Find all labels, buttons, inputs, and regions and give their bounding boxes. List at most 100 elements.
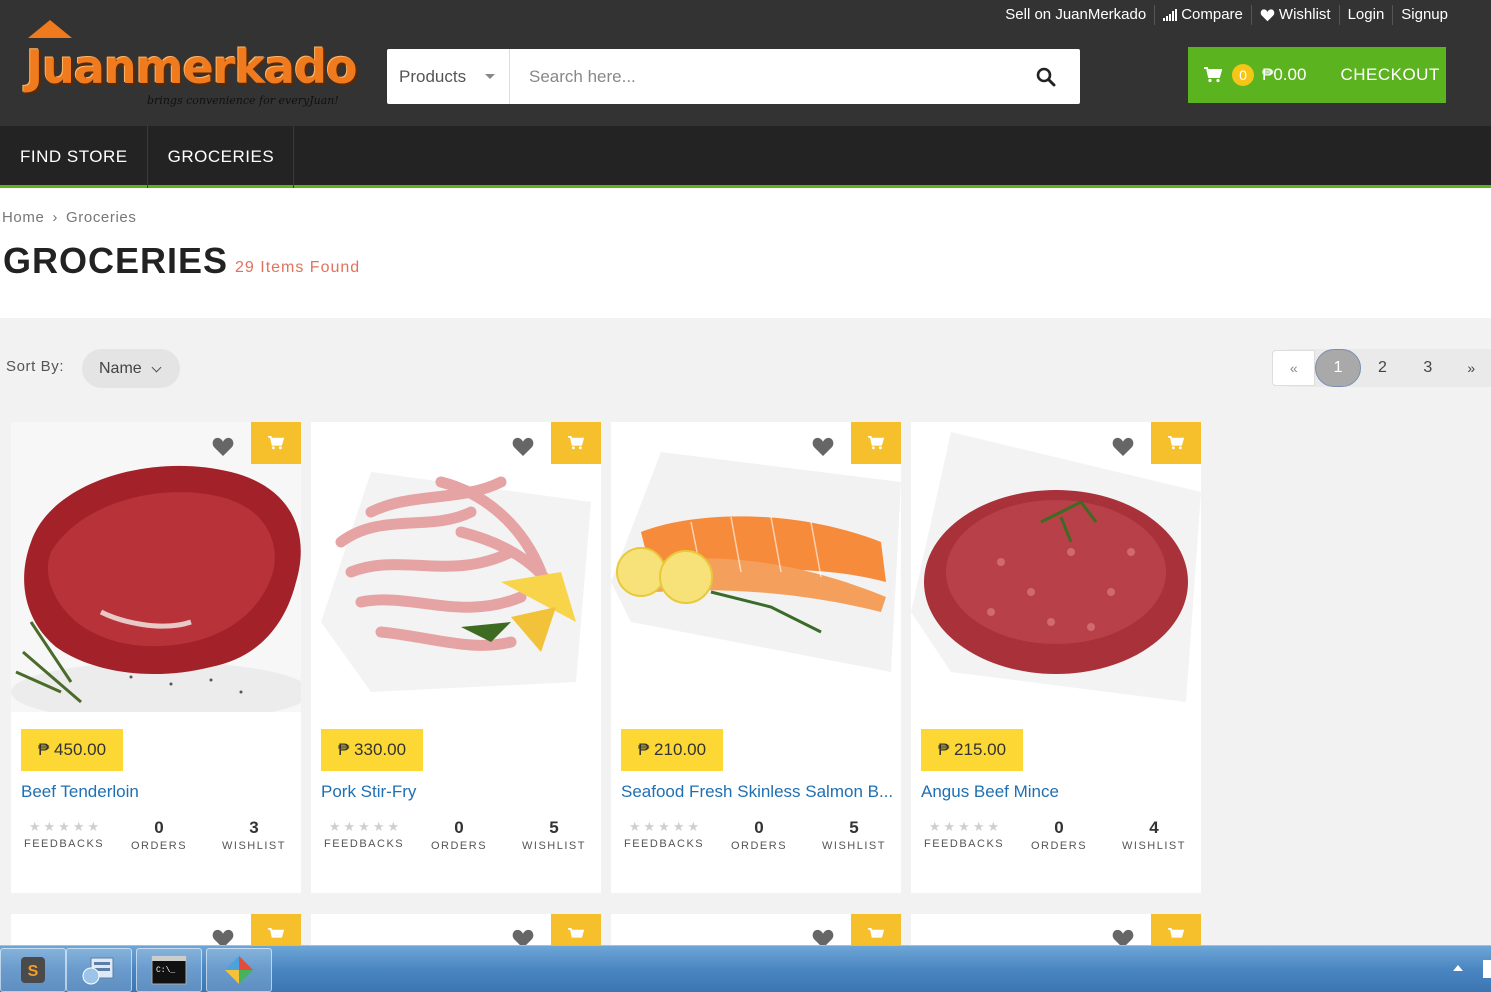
logo[interactable]: Juanmerkado brings convenience for every… <box>22 18 358 114</box>
search-bar: Products <box>387 49 1080 104</box>
cart-icon <box>868 928 884 938</box>
add-to-cart-button[interactable] <box>851 422 901 464</box>
pagination-prev[interactable]: « <box>1272 350 1316 386</box>
product-name[interactable]: Angus Beef Mince <box>921 782 1201 802</box>
breadcrumb-current: Groceries <box>66 209 137 226</box>
signup-link[interactable]: Signup <box>1392 5 1456 25</box>
cart-total: ₱0.00 <box>1262 65 1307 84</box>
app-diamond-icon <box>225 956 253 984</box>
add-to-cart-button[interactable] <box>851 914 901 945</box>
product-image-beef[interactable] <box>11 422 301 712</box>
breadcrumb-home[interactable]: Home <box>2 209 44 226</box>
cart-icon <box>1204 67 1222 83</box>
rating-stars: ★ ★ ★ ★ ★ <box>328 819 400 834</box>
product-price: ₱ 450.00 <box>21 729 124 771</box>
product-card[interactable]: ₱ 330.00 Pork Stir-Fry ★ ★ ★ ★ ★ FEEDBACKS 0… <box>311 422 601 893</box>
wishlist-stat: 5 WISHLIST <box>822 818 886 852</box>
search-category-select[interactable]: Products <box>387 49 510 104</box>
rating-stars: ★ ★ ★ ★ ★ <box>628 819 700 834</box>
server-manager-icon <box>82 957 114 985</box>
taskbar-app-server[interactable] <box>66 948 132 992</box>
wishlist-stat: 4 WISHLIST <box>1122 818 1186 852</box>
breadcrumb: Home › Groceries <box>2 209 136 226</box>
wishlist-heart-icon[interactable] <box>1111 436 1135 457</box>
sort-label: Sort By: <box>6 358 65 375</box>
page-title: GROCERIES <box>3 240 229 281</box>
product-image-salmon[interactable] <box>611 422 901 712</box>
sell-link[interactable]: Sell on JuanMerkado <box>997 5 1154 25</box>
feedbacks-stat: ★ ★ ★ ★ ★ FEEDBACKS <box>24 819 105 850</box>
login-link[interactable]: Login <box>1338 5 1393 25</box>
product-image-pork[interactable] <box>311 422 601 712</box>
cart-icon <box>568 928 584 938</box>
add-to-cart-button[interactable] <box>551 422 601 464</box>
search-icon <box>1036 67 1056 86</box>
product-card[interactable] <box>311 914 601 945</box>
add-to-cart-button[interactable] <box>551 914 601 945</box>
wishlist-heart-icon[interactable] <box>811 928 835 945</box>
product-stats: ★ ★ ★ ★ ★ FEEDBACKS 0 ORDERS 3 WISHLIST <box>11 818 301 858</box>
wishlist-heart-icon[interactable] <box>211 928 235 945</box>
product-listing: Sort By: Name « 1 2 3 » ₱ 450.00 Beef Te… <box>0 318 1491 945</box>
pagination-page-2[interactable]: 2 <box>1361 350 1404 386</box>
product-image-beef-mince[interactable] <box>911 422 1201 712</box>
rating-stars: ★ ★ ★ ★ ★ <box>28 819 100 834</box>
wishlist-link[interactable]: Wishlist <box>1250 5 1339 25</box>
logo-tagline: brings convenience for everyJuan! <box>147 94 339 107</box>
search-input[interactable] <box>510 49 1012 104</box>
orders-stat: 0 ORDERS <box>730 818 788 852</box>
product-card[interactable]: ₱ 450.00 Beef Tenderloin ★ ★ ★ ★ ★ FEEDBACKS… <box>11 422 301 893</box>
product-card[interactable] <box>911 914 1201 945</box>
add-to-cart-button[interactable] <box>1151 422 1201 464</box>
os-taskbar: S C:\_ <box>0 945 1491 992</box>
items-found-count: 29 Items Found <box>235 259 361 276</box>
nav-groceries[interactable]: GROCERIES <box>148 126 295 188</box>
orders-stat: 0 ORDERS <box>1030 818 1088 852</box>
wishlist-heart-icon[interactable] <box>211 436 235 457</box>
caret-down-icon <box>485 74 495 79</box>
taskbar-app-cmd[interactable]: C:\_ <box>136 948 202 992</box>
pagination-page-3[interactable]: 3 <box>1404 350 1451 386</box>
taskbar-app-sublime[interactable]: S <box>0 948 66 992</box>
pagination-page-1[interactable]: 1 <box>1315 349 1361 387</box>
cart-icon <box>1168 436 1184 450</box>
checkout-label: CHECKOUT <box>1340 65 1440 84</box>
show-hidden-icons-icon[interactable] <box>1453 965 1463 971</box>
compare-link[interactable]: Compare <box>1154 5 1251 25</box>
sublime-text-icon: S <box>21 957 45 983</box>
add-to-cart-button[interactable] <box>251 914 301 945</box>
wishlist-stat: 3 WISHLIST <box>222 818 286 852</box>
orders-stat: 0 ORDERS <box>130 818 188 852</box>
chevron-down-icon <box>151 362 162 373</box>
product-card[interactable]: ₱ 215.00 Angus Beef Mince ★ ★ ★ ★ ★ FEEDBACK… <box>911 422 1201 893</box>
pagination-next[interactable]: » <box>1452 350 1491 386</box>
product-card[interactable] <box>11 914 301 945</box>
cart-checkout-button[interactable]: 0 ₱0.00 CHECKOUT <box>1188 47 1446 103</box>
product-card[interactable] <box>611 914 901 945</box>
nav-find-store[interactable]: FIND STORE <box>0 126 148 188</box>
feedbacks-stat: ★ ★ ★ ★ ★ FEEDBACKS <box>624 819 705 850</box>
product-stats: ★ ★ ★ ★ ★ FEEDBACKS 0 ORDERS 5 WISHLIST <box>311 818 601 858</box>
taskbar-app-diamond[interactable] <box>206 948 272 992</box>
search-button[interactable] <box>1012 49 1080 104</box>
wishlist-stat: 5 WISHLIST <box>522 818 586 852</box>
wishlist-heart-icon[interactable] <box>511 928 535 945</box>
sort-select[interactable]: Name <box>82 349 180 388</box>
add-to-cart-button[interactable] <box>251 422 301 464</box>
product-card[interactable]: ₱ 210.00 Seafood Fresh Skinless Salmon B… <box>611 422 901 893</box>
command-prompt-icon: C:\_ <box>151 955 187 985</box>
wishlist-heart-icon[interactable] <box>511 436 535 457</box>
wishlist-heart-icon[interactable] <box>1111 928 1135 945</box>
breadcrumb-separator: › <box>52 209 59 226</box>
product-name[interactable]: Seafood Fresh Skinless Salmon B... <box>621 782 901 802</box>
add-to-cart-button[interactable] <box>1151 914 1201 945</box>
product-price: ₱ 210.00 <box>621 729 724 771</box>
cart-count-badge: 0 <box>1232 64 1254 86</box>
cart-icon <box>868 436 884 450</box>
logo-roof-icon <box>28 20 72 38</box>
logo-text: Juanmerkado <box>26 40 358 94</box>
wishlist-heart-icon[interactable] <box>811 436 835 457</box>
action-center-flag-icon[interactable] <box>1483 960 1491 978</box>
product-name[interactable]: Pork Stir-Fry <box>321 782 601 802</box>
product-name[interactable]: Beef Tenderloin <box>21 782 301 802</box>
